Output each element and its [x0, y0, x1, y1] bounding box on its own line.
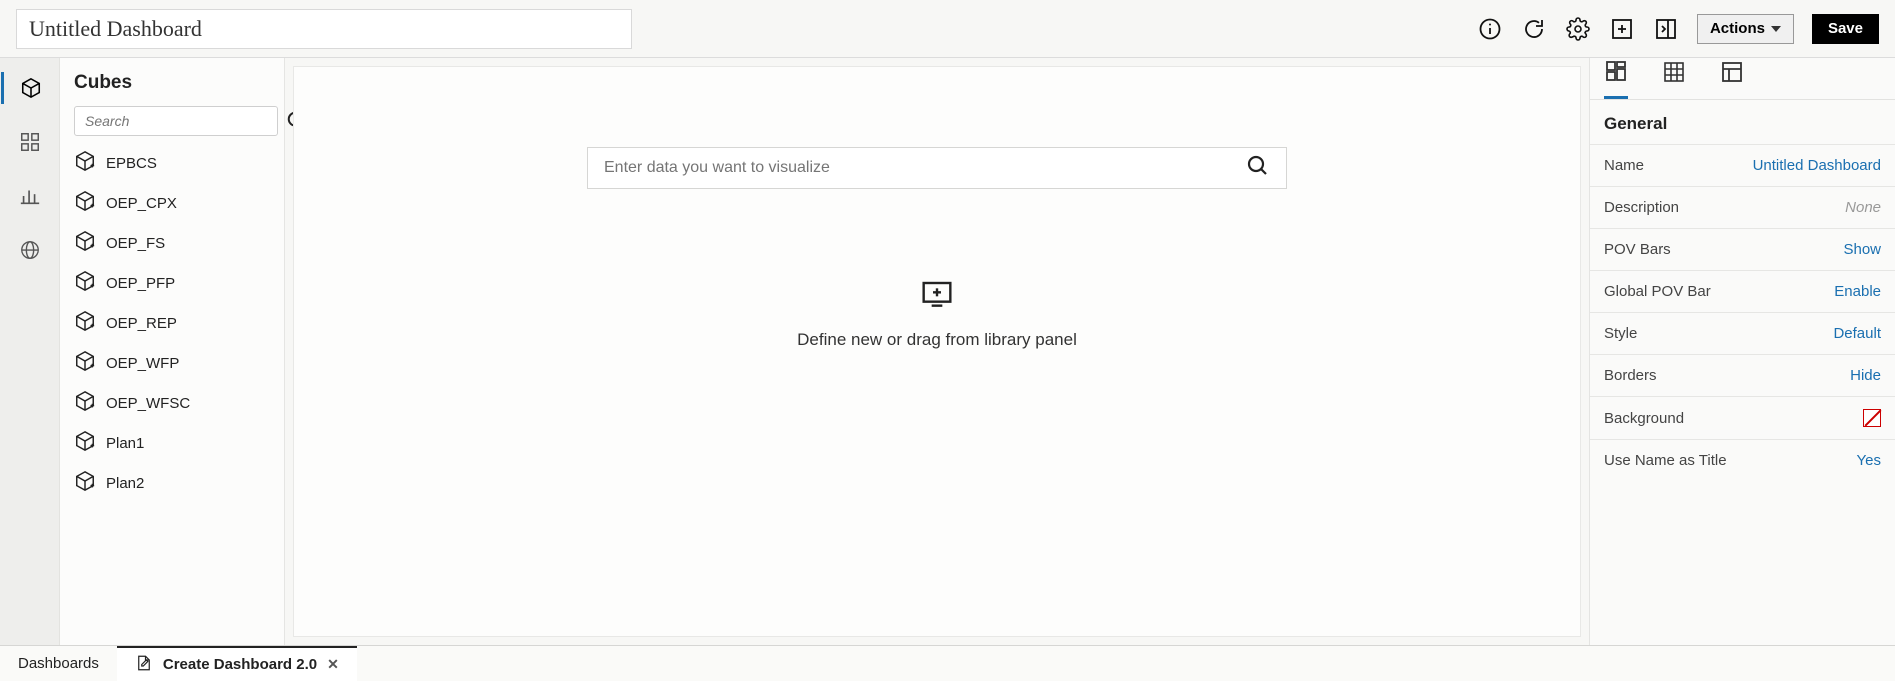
property-row: Style Default [1590, 312, 1895, 354]
properties-tabs [1590, 58, 1895, 100]
property-key: POV Bars [1604, 241, 1671, 258]
cube-item[interactable]: OEP_WFP [74, 350, 278, 376]
cube-icon [74, 390, 96, 416]
settings-icon[interactable] [1565, 16, 1591, 42]
drop-hint-text: Define new or drag from library panel [797, 330, 1077, 350]
cube-item[interactable]: OEP_WFSC [74, 390, 278, 416]
bottom-tab[interactable]: Create Dashboard 2.0 ✕ [117, 646, 357, 681]
cubes-panel: Cubes EPBCS OEP_CPX OEP_FS OEP_PFP OEP_REP OE… [60, 58, 285, 645]
cube-item[interactable]: EPBCS [74, 150, 278, 176]
add-panel-icon[interactable] [1609, 16, 1635, 42]
property-value[interactable]: Yes [1857, 452, 1881, 469]
cube-label: EPBCS [106, 155, 157, 172]
cube-label: OEP_FS [106, 235, 165, 252]
add-visualization-icon [921, 279, 953, 316]
toolbar: Actions Save [1477, 14, 1879, 44]
cube-item[interactable]: OEP_CPX [74, 190, 278, 216]
cube-label: OEP_CPX [106, 195, 177, 212]
canvas: Define new or drag from library panel [285, 58, 1589, 645]
save-button[interactable]: Save [1812, 14, 1879, 44]
actions-button[interactable]: Actions [1697, 14, 1794, 44]
properties-panel: General Name Untitled Dashboard Descriptio… [1589, 58, 1895, 645]
cube-label: OEP_WFP [106, 355, 179, 372]
property-value[interactable]: Untitled Dashboard [1753, 157, 1881, 174]
props-tab-dashboard[interactable] [1604, 59, 1628, 99]
property-value: None [1845, 199, 1881, 216]
refresh-icon[interactable] [1521, 16, 1547, 42]
property-key: Description [1604, 199, 1679, 216]
property-key: Use Name as Title [1604, 452, 1727, 469]
cube-icon [74, 230, 96, 256]
actions-label: Actions [1710, 20, 1765, 37]
property-value[interactable]: Show [1843, 241, 1881, 258]
search-icon[interactable] [1246, 154, 1270, 183]
close-icon[interactable]: ✕ [327, 656, 339, 673]
left-rail [0, 58, 60, 645]
rail-grid[interactable] [1, 126, 59, 158]
cube-label: Plan2 [106, 475, 144, 492]
cube-label: OEP_WFSC [106, 395, 190, 412]
cube-item[interactable]: OEP_FS [74, 230, 278, 256]
rail-globe[interactable] [1, 234, 59, 266]
cube-item[interactable]: Plan2 [74, 470, 278, 496]
bottom-tab[interactable]: Dashboards [0, 646, 117, 681]
property-row: Use Name as Title Yes [1590, 439, 1895, 481]
property-row: Background [1590, 396, 1895, 439]
cube-item[interactable]: OEP_PFP [74, 270, 278, 296]
property-key: Background [1604, 410, 1684, 427]
property-row: Global POV Bar Enable [1590, 270, 1895, 312]
properties-list: Name Untitled Dashboard Description None POV… [1590, 144, 1895, 481]
bottom-tab-label: Create Dashboard 2.0 [163, 656, 317, 673]
property-key: Style [1604, 325, 1637, 342]
cube-icon [74, 470, 96, 496]
cube-icon [74, 310, 96, 336]
collapse-panel-icon[interactable] [1653, 16, 1679, 42]
cube-icon [74, 150, 96, 176]
props-tab-layout[interactable] [1720, 60, 1744, 97]
cube-label: Plan1 [106, 435, 144, 452]
drop-area: Define new or drag from library panel [797, 279, 1077, 350]
canvas-dropzone[interactable]: Define new or drag from library panel [293, 66, 1581, 637]
property-value[interactable]: Hide [1850, 367, 1881, 384]
cube-item[interactable]: OEP_REP [74, 310, 278, 336]
main-area: Cubes EPBCS OEP_CPX OEP_FS OEP_PFP OEP_REP OE… [0, 57, 1895, 645]
property-key: Global POV Bar [1604, 283, 1711, 300]
cube-icon [74, 350, 96, 376]
properties-section-title: General [1590, 100, 1895, 144]
cube-icon [74, 430, 96, 456]
info-icon[interactable] [1477, 16, 1503, 42]
rail-chart[interactable] [1, 180, 59, 212]
cubes-search-input[interactable] [74, 106, 278, 136]
property-key: Borders [1604, 367, 1657, 384]
rail-cubes[interactable] [1, 72, 59, 104]
props-tab-grid[interactable] [1662, 60, 1686, 97]
bottom-tab-label: Dashboards [18, 655, 99, 672]
cube-label: OEP_PFP [106, 275, 175, 292]
property-row: POV Bars Show [1590, 228, 1895, 270]
property-row: Description None [1590, 186, 1895, 228]
cubes-title: Cubes [74, 72, 278, 94]
bottom-tabs: Dashboards Create Dashboard 2.0 ✕ [0, 645, 1895, 681]
viz-search-box [587, 147, 1287, 189]
background-swatch[interactable] [1863, 409, 1881, 427]
top-header: Actions Save [0, 0, 1895, 57]
cube-icon [74, 190, 96, 216]
cube-item[interactable]: Plan1 [74, 430, 278, 456]
property-row: Name Untitled Dashboard [1590, 144, 1895, 186]
cube-list: EPBCS OEP_CPX OEP_FS OEP_PFP OEP_REP OEP_WFP O… [74, 150, 278, 496]
property-value[interactable]: Default [1833, 325, 1881, 342]
property-row: Borders Hide [1590, 354, 1895, 396]
viz-search-input[interactable] [604, 159, 1246, 177]
edit-doc-icon [135, 654, 153, 676]
dashboard-title-input[interactable] [16, 9, 632, 49]
property-value[interactable]: Enable [1834, 283, 1881, 300]
chevron-down-icon [1771, 26, 1781, 32]
property-key: Name [1604, 157, 1644, 174]
cube-label: OEP_REP [106, 315, 177, 332]
cube-icon [74, 270, 96, 296]
